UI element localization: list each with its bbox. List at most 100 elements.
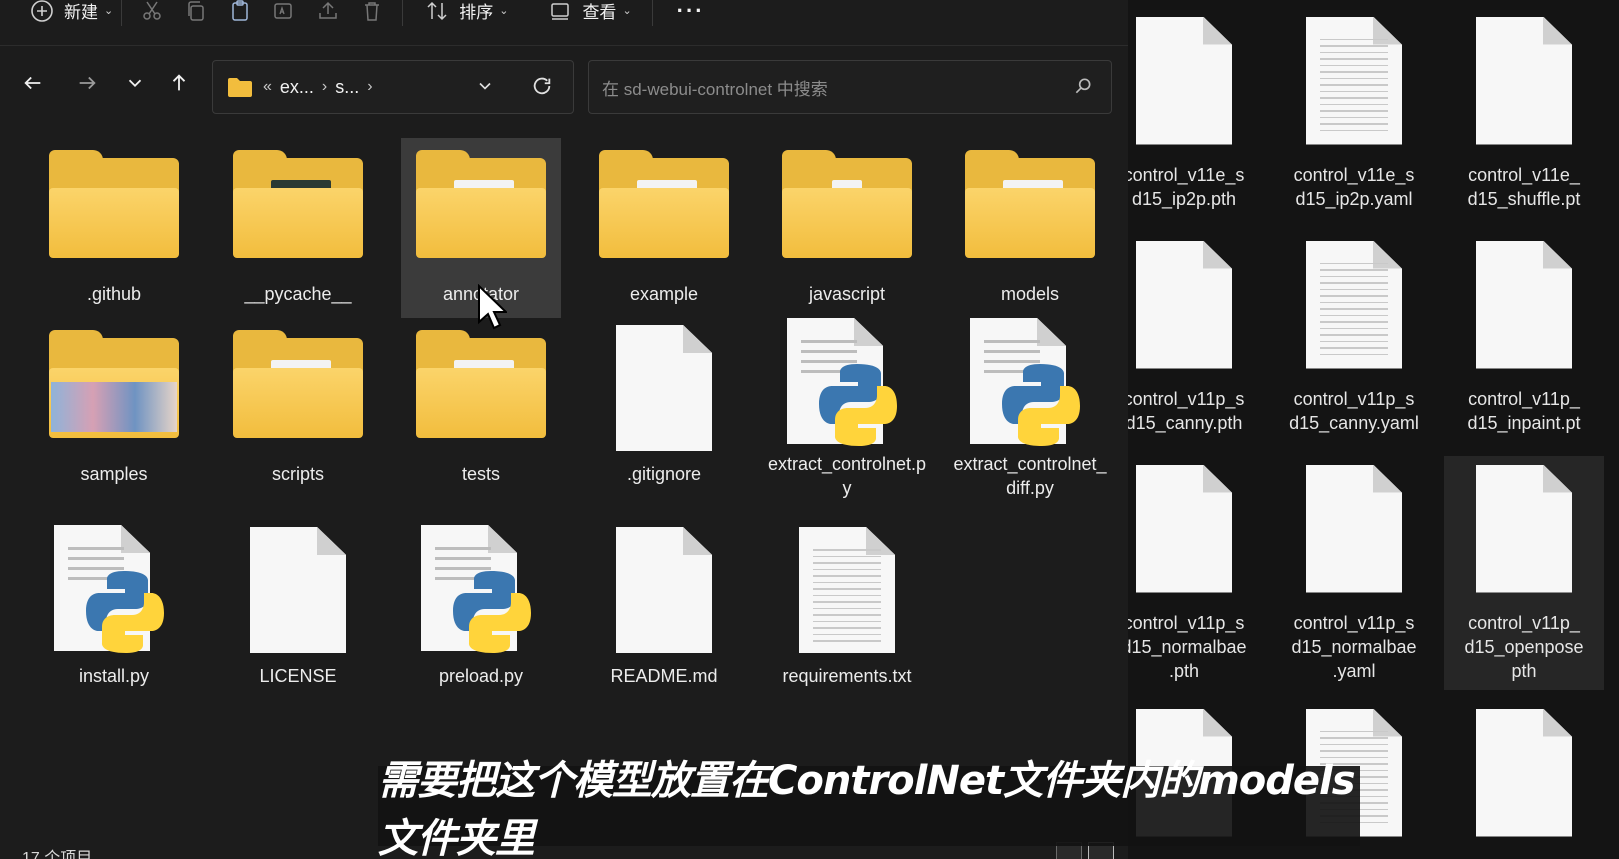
file-item[interactable]: control_v11p_s d15_canny.yaml <box>1274 232 1434 435</box>
address-bar[interactable]: « ex... › s... › <box>212 60 574 114</box>
search-box[interactable]: 在 sd-webui-controlnet 中搜索 <box>588 60 1112 114</box>
toolbar-divider <box>121 0 123 26</box>
breadcrumb-extensions[interactable]: ex... <box>280 77 314 98</box>
folder-item[interactable]: .github <box>34 138 194 318</box>
forward-button[interactable] <box>70 66 104 100</box>
back-button[interactable] <box>16 66 50 100</box>
breadcrumb-sd-webui-controlnet[interactable]: s... <box>335 77 359 98</box>
folder-item[interactable]: tests <box>401 318 561 498</box>
item-label: README.md <box>610 666 718 686</box>
file-item[interactable]: LICENSE <box>218 520 378 700</box>
arrow-up-icon <box>172 74 186 91</box>
file-item[interactable]: control_v11p_s d15_normalbae .yaml <box>1274 456 1434 683</box>
file-item[interactable]: control_v11e_s d15_ip2p.pth <box>1128 8 1264 211</box>
navigation-bar: « ex... › s... › 在 sd-webui-controlnet 中… <box>0 56 1128 116</box>
more-button[interactable]: ··· <box>677 0 705 31</box>
status-item-count: 17 个项目 <box>22 850 93 859</box>
search-input[interactable]: 在 sd-webui-controlnet 中搜索 <box>602 75 828 100</box>
rename-icon <box>274 2 292 19</box>
chevron-down-icon <box>479 82 491 90</box>
item-label: tests <box>461 464 500 484</box>
sort-button[interactable]: 排序 ⌄ <box>425 0 508 31</box>
folder-item[interactable]: samples <box>34 318 194 498</box>
share-button[interactable] <box>306 0 350 31</box>
file-item[interactable]: control_v11e_ d15_shuffle.pt <box>1444 8 1604 211</box>
item-label: control_v11e_s d15_ip2p.pth <box>1128 165 1245 209</box>
paste-icon <box>232 0 248 21</box>
file-grid: .github __pycache__ annotator example <box>18 132 1128 832</box>
up-button[interactable] <box>162 66 196 100</box>
python-file-icon <box>955 318 1105 448</box>
item-label: control_v11p_s d15_normalbae .yaml <box>1291 613 1417 681</box>
blank-file-icon <box>1136 232 1232 377</box>
refresh-button[interactable] <box>531 75 553 102</box>
folder-python-icon <box>406 318 556 458</box>
scissors-icon <box>143 1 161 20</box>
overflow-chevron[interactable]: « <box>263 78 272 96</box>
copy-button[interactable] <box>174 0 218 31</box>
item-label: extract_controlnet_diff.py <box>953 454 1107 498</box>
view-icon <box>551 2 570 20</box>
item-label: .gitignore <box>626 464 702 484</box>
folder-document-icon <box>589 138 739 278</box>
copy-icon <box>188 0 204 21</box>
item-label: .github <box>86 284 142 304</box>
folder-item[interactable]: __pycache__ <box>218 138 378 318</box>
folder-item[interactable]: scripts <box>218 318 378 498</box>
folder-item[interactable]: example <box>584 138 744 318</box>
blank-file-icon <box>223 520 373 660</box>
breadcrumb-separator[interactable]: › <box>322 78 327 96</box>
blank-file-icon <box>589 318 739 458</box>
breadcrumb-separator[interactable]: › <box>367 78 372 96</box>
sort-icon <box>427 1 447 20</box>
file-item[interactable]: preload.py <box>401 520 561 700</box>
arrow-right-icon <box>79 76 96 90</box>
item-label: requirements.txt <box>782 666 912 686</box>
recent-locations-button[interactable] <box>118 66 152 100</box>
chevron-down-icon <box>128 79 142 88</box>
delete-button[interactable] <box>350 0 394 31</box>
view-button[interactable]: 查看 ⌄ <box>548 0 632 31</box>
chevron-down-icon: ⌄ <box>499 5 509 17</box>
rename-button[interactable] <box>262 0 306 31</box>
view-label: 查看 <box>582 3 617 22</box>
file-item[interactable]: extract_controlnet.py <box>767 318 927 498</box>
text-file-icon <box>1306 232 1402 377</box>
address-dropdown-button[interactable] <box>475 76 495 101</box>
file-item[interactable]: extract_controlnet_diff.py <box>950 318 1110 498</box>
file-item[interactable]: .gitignore <box>584 318 744 498</box>
file-item[interactable]: requirements.txt <box>767 520 927 700</box>
folder-item[interactable]: javascript <box>767 138 927 318</box>
blank-file-icon <box>1136 8 1232 153</box>
item-label: javascript <box>808 284 886 304</box>
new-label: 新建 <box>64 3 98 22</box>
python-file-icon <box>406 520 556 660</box>
folder-icon <box>39 138 189 278</box>
explorer-window: 新建 ⌄ 排序 ⌄ 查看 ⌄ ··· « ex... › s... › 在 sd… <box>0 0 1128 859</box>
paste-button[interactable] <box>218 0 262 31</box>
file-item[interactable]: control_v11p_s d15_canny.pth <box>1128 232 1264 435</box>
blank-file-icon <box>1306 456 1402 601</box>
new-button[interactable]: 新建 ⌄ <box>30 0 113 31</box>
item-label: extract_controlnet.py <box>767 454 927 498</box>
chevron-down-icon: ⌄ <box>622 5 632 17</box>
file-item[interactable] <box>1444 700 1604 845</box>
sort-label: 排序 <box>459 3 494 22</box>
item-label: LICENSE <box>259 666 337 686</box>
item-label: install.py <box>78 666 150 686</box>
item-label: control_v11p_s d15_canny.yaml <box>1289 389 1419 433</box>
python-file-icon <box>39 520 189 660</box>
cut-button[interactable] <box>130 0 174 31</box>
file-item[interactable]: control_v11p_ d15_inpaint.pt <box>1444 232 1604 435</box>
item-label: control_v11e_s d15_ip2p.yaml <box>1293 165 1415 209</box>
toolbar-divider <box>651 0 653 26</box>
file-item[interactable]: README.md <box>584 520 744 700</box>
file-item[interactable]: control_v11e_s d15_ip2p.yaml <box>1274 8 1434 211</box>
file-item-selected[interactable]: control_v11p_ d15_openpose pth <box>1444 456 1604 690</box>
folder-script-icon <box>772 138 922 278</box>
file-item[interactable]: install.py <box>34 520 194 700</box>
folder-item[interactable]: models <box>950 138 1110 318</box>
blank-file-icon <box>1136 456 1232 601</box>
item-label: control_v11p_s d15_canny.pth <box>1128 389 1245 433</box>
file-item[interactable]: control_v11p_s d15_normalbae .pth <box>1128 456 1264 683</box>
